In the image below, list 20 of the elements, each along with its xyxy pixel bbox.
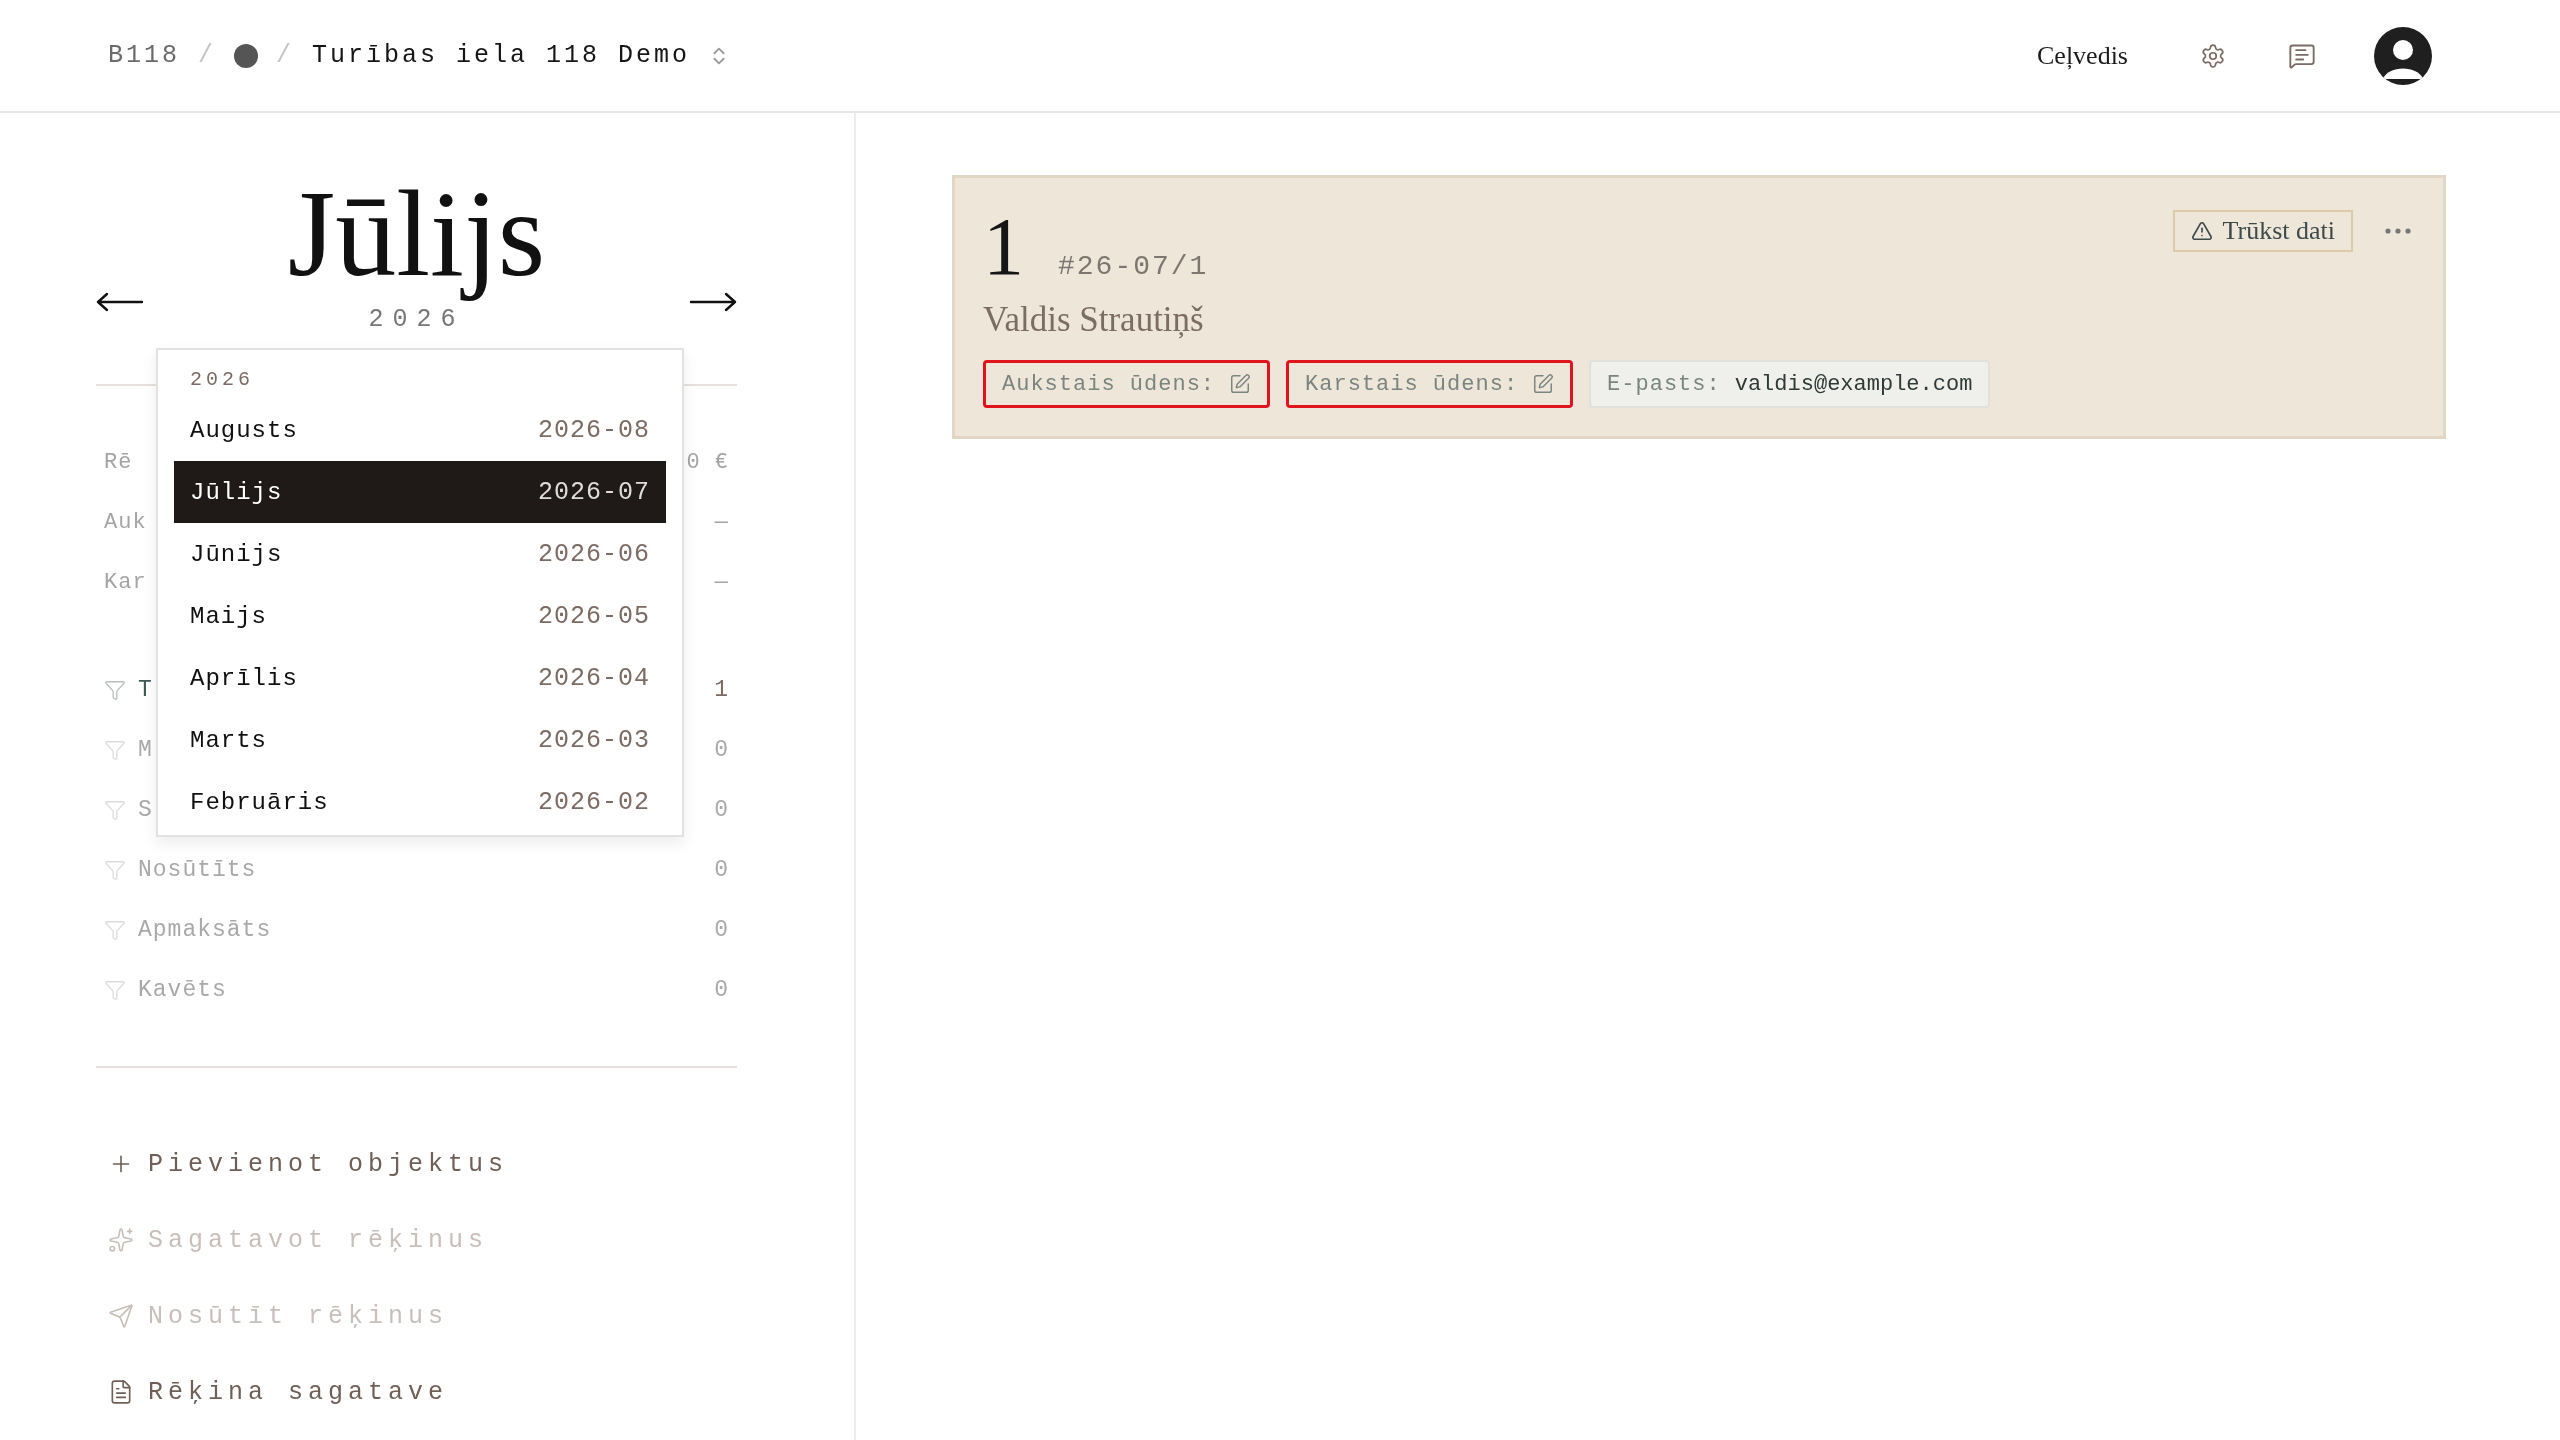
summary-label: Rē: [104, 449, 133, 475]
summary-value: —: [714, 569, 729, 595]
field-label: Karstais ūdens:: [1305, 371, 1519, 397]
badge-text: Trūkst dati: [2222, 216, 2335, 246]
invoice-number: 1: [983, 206, 1024, 288]
field-value: valdis@example.com: [1734, 371, 1973, 397]
month-title: Jūlijs: [287, 167, 546, 302]
invoice-reference: #26-07/1: [1058, 251, 1209, 282]
field-label: Aukstais ūdens:: [1002, 371, 1216, 397]
breadcrumb-separator: /: [276, 41, 295, 70]
breadcrumb-separator: /: [198, 41, 217, 70]
summary-value: 0 €: [686, 449, 729, 475]
dropdown-year: 2026: [189, 368, 255, 393]
summary-value: —: [714, 509, 729, 535]
tenant-name: Valdis Strautiņš: [983, 300, 1205, 340]
summary-label: Auk: [104, 509, 147, 535]
summary-label: Kar: [104, 569, 147, 595]
year-label: 2026: [368, 305, 465, 335]
field-label: E-pasts:: [1607, 371, 1721, 397]
building-code: B118: [108, 41, 180, 70]
